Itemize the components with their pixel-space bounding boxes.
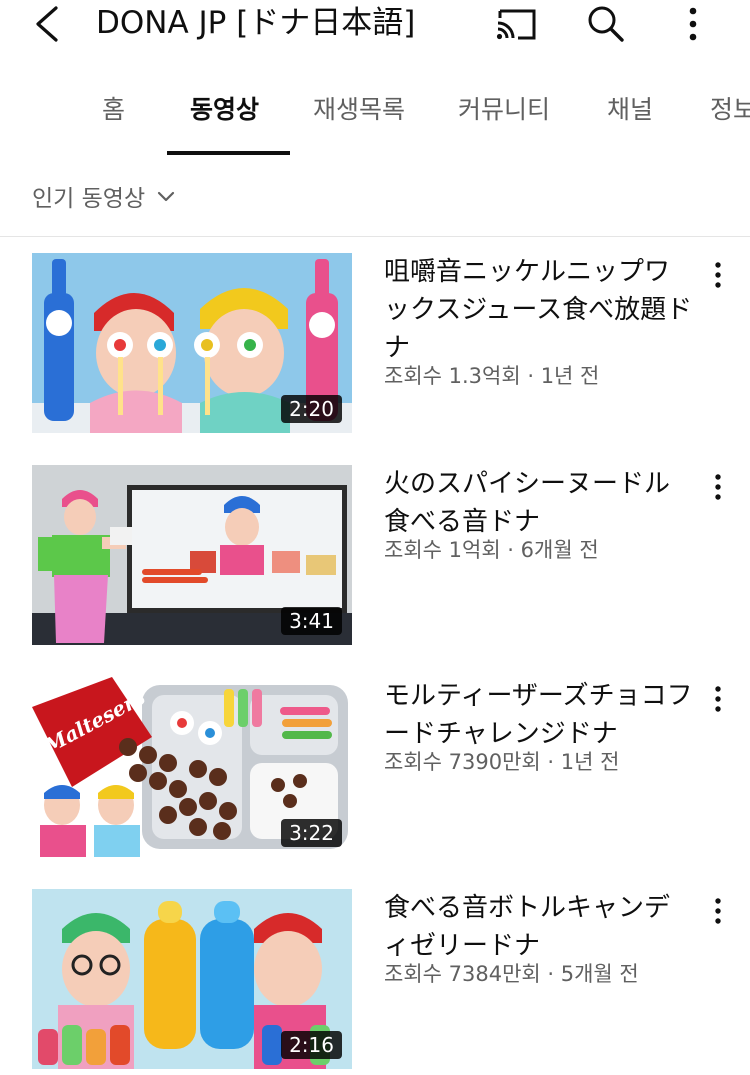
- tab-playlists[interactable]: 재생목록: [313, 90, 405, 130]
- video-title[interactable]: 食べる音ボトルキャンディゼリードナ: [384, 889, 694, 965]
- video-thumbnail[interactable]: Maltesers 3:22: [32, 677, 352, 857]
- video-title[interactable]: モルティーザーズチョコフードチャレンジドナ: [384, 677, 694, 753]
- video-title[interactable]: 咀嚼音ニッケルニップワックスジュース食べ放題ドナ: [384, 253, 694, 367]
- video-item[interactable]: 3:41 火のスパイシーヌードル食べる音ドナ 조회수 1억회 · 6개월 전: [0, 465, 750, 647]
- tab-channels[interactable]: 채널: [607, 90, 653, 130]
- video-thumbnail[interactable]: 3:41: [32, 465, 352, 645]
- top-app-bar: DONA JP [ドナ日本語]: [0, 0, 750, 52]
- video-duration: 3:22: [281, 819, 342, 847]
- tab-community[interactable]: 커뮤니티: [458, 90, 550, 130]
- video-item[interactable]: Maltesers 3:22 モルティーザーズチョコフードチャレンジドナ 조회수…: [0, 677, 750, 859]
- back-icon[interactable]: [30, 2, 70, 46]
- tab-home[interactable]: 홈: [102, 90, 125, 130]
- divider: [0, 236, 750, 237]
- more-vertical-icon[interactable]: [706, 897, 730, 925]
- channel-tabs: 홈 동영상 재생목록 커뮤니티 채널 정보: [0, 80, 750, 156]
- more-vertical-icon[interactable]: [706, 473, 730, 501]
- sort-label: 인기 동영상: [32, 186, 146, 212]
- video-meta: 조회수 1억회 · 6개월 전: [384, 538, 599, 562]
- video-meta: 조회수 1.3억회 · 1년 전: [384, 364, 600, 388]
- cast-icon[interactable]: [494, 4, 540, 44]
- video-title[interactable]: 火のスパイシーヌードル食べる音ドナ: [384, 465, 694, 541]
- tab-about[interactable]: 정보: [710, 90, 750, 130]
- active-tab-indicator: [167, 151, 290, 155]
- video-duration: 3:41: [281, 607, 342, 635]
- video-duration: 2:20: [281, 395, 342, 423]
- video-meta: 조회수 7390만회 · 1년 전: [384, 750, 620, 774]
- tab-videos[interactable]: 동영상: [190, 90, 259, 130]
- sort-dropdown[interactable]: 인기 동영상: [32, 176, 177, 216]
- chevron-down-icon: [158, 191, 175, 202]
- video-item[interactable]: 2:16 食べる音ボトルキャンディゼリードナ 조회수 7384만회 · 5개월 …: [0, 889, 750, 1071]
- video-meta: 조회수 7384만회 · 5개월 전: [384, 962, 639, 986]
- video-item[interactable]: 2:20 咀嚼音ニッケルニップワックスジュース食べ放題ドナ 조회수 1.3억회 …: [0, 253, 750, 435]
- video-duration: 2:16: [281, 1031, 342, 1059]
- video-thumbnail[interactable]: 2:20: [32, 253, 352, 433]
- more-vertical-icon[interactable]: [706, 261, 730, 289]
- more-vertical-icon[interactable]: [706, 685, 730, 713]
- channel-title: DONA JP [ドナ日本語]: [96, 5, 416, 41]
- search-icon[interactable]: [584, 3, 628, 45]
- more-vertical-icon[interactable]: [678, 3, 708, 45]
- video-thumbnail[interactable]: 2:16: [32, 889, 352, 1069]
